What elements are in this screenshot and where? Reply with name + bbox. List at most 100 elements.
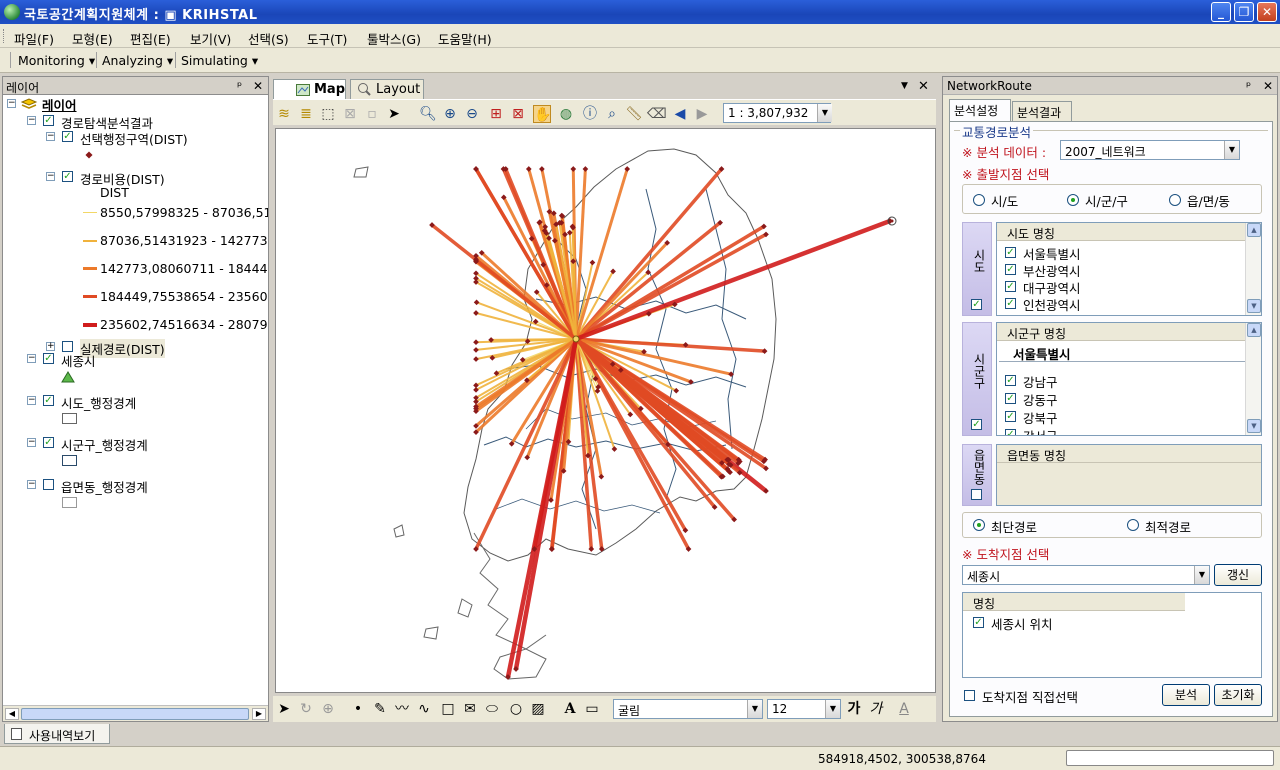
simulating-menu[interactable]: Simulating ▾ [181,53,258,68]
menu-view[interactable]: 보기(V) [190,29,231,48]
polyline-icon[interactable]: 〰 [393,700,411,718]
layer-horizontal-scrollbar[interactable]: ◀ ▶ [3,705,268,721]
emd-all-checkbox[interactable] [971,489,982,500]
data-select[interactable]: 2007_네트워크 ▼ [1060,140,1240,160]
tab-analysis-settings[interactable]: 분석설정 [949,99,1011,121]
menu-help[interactable]: 도움말(H) [438,29,492,48]
level-radio-sido[interactable] [973,194,985,206]
sido-item-checkbox[interactable]: ✓ [1005,264,1016,275]
sido-item-checkbox[interactable]: ✓ [1005,247,1016,258]
sejong-label[interactable]: 세종시 [61,351,96,370]
route-radio-optimal[interactable] [1127,519,1139,531]
monitoring-menu[interactable]: Monitoring ▾ [18,53,95,68]
sido-all-checkbox[interactable]: ✓ [971,299,982,310]
route-label-optimal[interactable]: 최적경로 [1145,517,1191,536]
edit-icon[interactable]: ▫ [363,105,381,123]
sido-item-checkbox[interactable]: ✓ [1005,281,1016,292]
scroll-down-icon[interactable]: ▼ [1247,419,1261,433]
rectangle-icon[interactable]: □ [439,700,457,718]
sido-item[interactable]: 인천광역시 [1023,295,1081,314]
ellipse-icon[interactable]: ⬭ [483,700,501,718]
find-icon[interactable]: ⌕ [603,105,621,123]
rotate-icon[interactable]: ↻ [297,700,315,718]
bold-button[interactable]: 가 [845,700,863,718]
analyze-button[interactable]: 분석 [1162,684,1210,706]
curve-icon[interactable]: ∿ [415,700,433,718]
reset-button[interactable]: 초기화 [1214,684,1262,706]
analyzing-menu[interactable]: Analyzing ▾ [102,53,173,68]
sublayer1-checkbox[interactable]: ✓ [62,131,73,142]
sigungu-scrollbar[interactable]: ▲ ▼ [1245,323,1261,435]
map-close-icon[interactable]: ✕ [918,79,929,94]
menu-file[interactable]: 파일(F) [14,29,54,48]
collapse-icon[interactable]: − [46,172,55,181]
zoom-icon[interactable]: 🔍︎ [419,105,437,123]
back-extent-icon[interactable]: ◀ [671,105,689,123]
collapse-icon[interactable]: − [7,99,16,108]
tab-map[interactable]: Map [273,79,346,99]
scroll-down-icon[interactable]: ▼ [1247,299,1261,313]
font-dropdown-icon[interactable]: ▼ [747,700,762,718]
sigungu-item[interactable]: 강남구 [1023,372,1058,391]
sigungu-list[interactable]: 시군구 명칭 서울특별시 ✓ 강남구 ✓ 강동구 ✓ 강북구 ✓ 강서구 ▲ ▼ [996,322,1262,436]
close-button[interactable]: ✕ [1257,2,1277,22]
sigungu-item[interactable]: 강동구 [1023,390,1058,409]
sublayer2-checkbox[interactable]: ✓ [62,171,73,182]
identify-icon[interactable]: ⓘ [581,105,599,123]
full-extent-icon[interactable]: ⊞ [487,105,505,123]
menu-select[interactable]: 선택(S) [248,29,289,48]
tab-dropdown-icon[interactable]: ▼ [901,81,908,91]
italic-button[interactable]: 가 [867,700,885,718]
fixed-zoom-icon[interactable]: ⊠ [509,105,527,123]
measure-icon[interactable]: 📏︎ [625,105,643,123]
pointer-icon[interactable]: ➤ [385,105,403,123]
menu-model[interactable]: 모형(E) [72,29,113,48]
image-icon[interactable]: ▨ [529,700,547,718]
size-dropdown-icon[interactable]: ▼ [825,700,840,718]
forward-extent-icon[interactable]: ▶ [693,105,711,123]
group-checkbox[interactable]: ✓ [43,115,54,126]
level-label-sigungu[interactable]: 시/군/구 [1085,191,1128,210]
dest-select[interactable]: 세종시 ▼ [962,565,1210,585]
collapse-icon[interactable]: − [27,396,36,405]
eraser-icon[interactable]: ⌫ [647,105,667,123]
sido-item-checkbox[interactable]: ✓ [1005,298,1016,309]
zoom-out-icon[interactable]: ⊖ [463,105,481,123]
zoom-element-icon[interactable]: ⊕ [319,700,337,718]
sido-scrollbar[interactable]: ▲ ▼ [1245,223,1261,315]
globe-icon[interactable]: ◍ [557,105,575,123]
sigungu-item-checkbox[interactable]: ✓ [1005,411,1016,422]
scroll-left-icon[interactable]: ◀ [5,708,19,720]
restore-button[interactable]: ❐ [1234,2,1254,22]
collapse-icon[interactable]: − [27,116,36,125]
dest-item[interactable]: 세종시 위치 [991,614,1052,633]
menu-edit[interactable]: 편집(E) [130,29,171,48]
pin-icon[interactable]: ᵖ [1246,79,1251,93]
direct-select-checkbox[interactable] [964,690,975,701]
font-name-select[interactable]: 굴림 [613,699,763,719]
clear-selection-icon[interactable]: ⊠ [341,105,359,123]
map-canvas[interactable] [275,128,936,693]
sigungu-boundary-checkbox[interactable]: ✓ [43,437,54,448]
route-radio-shortest[interactable] [973,519,985,531]
minimize-button[interactable]: _ [1211,2,1231,22]
emd-boundary-checkbox[interactable] [43,479,54,490]
sido-list[interactable]: 시도 명칭 ✓ 서울특별시 ✓ 부산광역시 ✓ 대구광역시 ✓ 인천광역시 ▲ … [996,222,1262,316]
scale-input[interactable]: 1 : 3,807,932 [723,103,831,123]
scale-dropdown-icon[interactable]: ▼ [817,104,832,122]
sigungu-boundary-label[interactable]: 시군구_행정경계 [61,435,148,454]
scroll-right-icon[interactable]: ▶ [252,708,266,720]
callout-icon[interactable]: ▭ [583,700,601,718]
refresh-button[interactable]: 갱신 [1214,564,1262,586]
text-icon[interactable]: A [561,700,579,718]
select-feature-icon[interactable]: ⬚ [319,105,337,123]
sublayer1-label[interactable]: 선택행정구역(DIST) [80,129,188,148]
menu-toolbox[interactable]: 툴박스(G) [367,29,421,48]
pan-hand-icon[interactable]: ✋ [533,105,551,123]
pen-icon[interactable]: ✎ [371,700,389,718]
emd-list[interactable]: 읍면동 명칭 [996,444,1262,506]
scroll-up-icon[interactable]: ▲ [1247,223,1261,237]
sigungu-item-checkbox[interactable]: ✓ [1005,375,1016,386]
collapse-icon[interactable]: − [27,354,36,363]
tab-analysis-results[interactable]: 분석결과 [1012,101,1072,121]
